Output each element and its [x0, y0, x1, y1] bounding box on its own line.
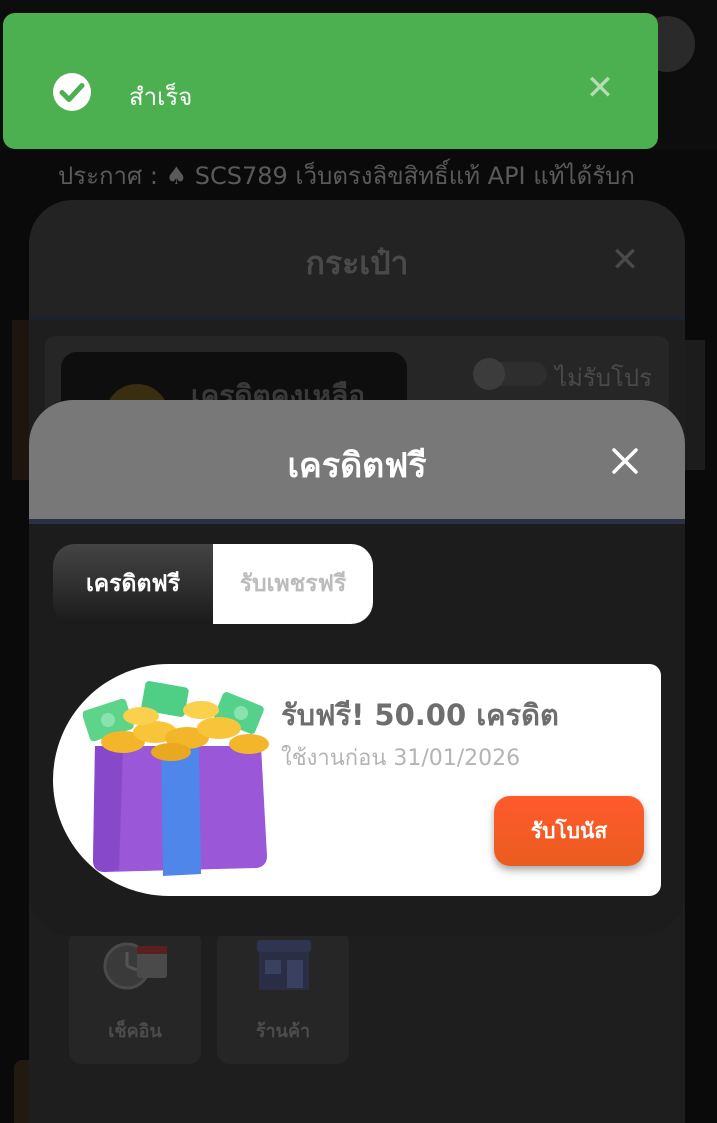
claim-bonus-button[interactable]: รับโบนัส — [494, 796, 644, 866]
free-credit-modal: เครดิตฟรี เครดิตฟรี รับเพชรฟรี รับฟรี! 5… — [29, 400, 685, 936]
bonus-title: รับฟรี! 50.00 เครดิต — [281, 698, 559, 732]
check-circle-icon — [53, 73, 91, 111]
wallet-header: กระเป๋า ✕ — [29, 200, 685, 320]
tab-free-diamonds[interactable]: รับเพชรฟรี — [213, 544, 373, 624]
gift-box-icon — [83, 681, 269, 876]
side-banner-right — [685, 340, 705, 470]
no-promo-label: ไม่รับโปร — [555, 364, 653, 392]
calendar-clock-icon — [103, 942, 167, 990]
bonus-expiry: ใช้งานก่อน 31/01/2026 — [281, 746, 521, 771]
success-toast: สำเร็จ ✕ — [3, 13, 658, 149]
free-credit-header: เครดิตฟรี — [29, 400, 685, 519]
bonus-card: รับฟรี! 50.00 เครดิต ใช้งานก่อน 31/01/20… — [53, 664, 661, 896]
wallet-title: กระเป๋า — [305, 244, 409, 282]
toast-close-icon[interactable]: ✕ — [583, 71, 617, 105]
checkin-label: เช็คอิน — [108, 1021, 162, 1042]
toggle-knob — [473, 358, 505, 390]
shop-tile[interactable]: ร้านค้า — [217, 930, 349, 1064]
header-divider — [29, 519, 685, 524]
wallet-close-icon[interactable]: ✕ — [609, 243, 641, 277]
close-icon[interactable] — [607, 443, 643, 479]
shop-icon — [257, 940, 311, 990]
shop-label: ร้านค้า — [255, 1021, 311, 1042]
toast-message: สำเร็จ — [129, 83, 193, 111]
tab-free-credit[interactable]: เครดิตฟรี — [53, 544, 213, 624]
no-promo-toggle[interactable] — [473, 358, 547, 390]
credit-tabs: เครดิตฟรี รับเพชรฟรี — [53, 544, 373, 624]
announcement-marquee: ประกาศ : ♠ SCS789 เว็บตรงลิขสิทธิ์แท้ AP… — [58, 162, 635, 190]
free-credit-title: เครดิตฟรี — [287, 446, 427, 486]
checkin-tile[interactable]: เช็คอิน — [69, 930, 201, 1064]
